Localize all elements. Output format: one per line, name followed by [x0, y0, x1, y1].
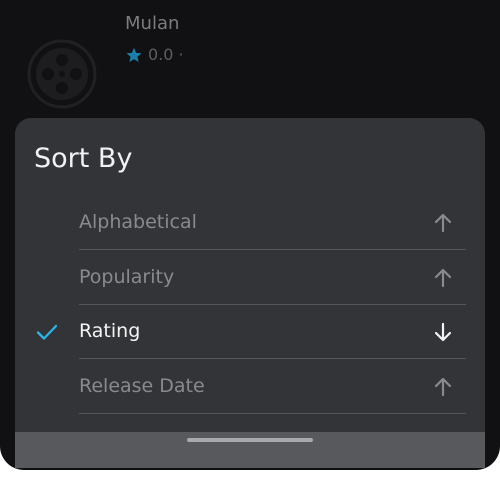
sort-option-rating[interactable]: Rating [15, 305, 485, 359]
movie-list-item[interactable]: Mulan 0.0 · [0, 0, 500, 130]
device-frame: Mulan 0.0 · Sort By Alphabetical Popular… [0, 0, 500, 489]
movie-title: Mulan [125, 13, 180, 34]
check-icon [36, 324, 58, 340]
sort-bottom-sheet: Sort By Alphabetical Popularity Rating R… [15, 118, 485, 468]
sort-option-alphabetical[interactable]: Alphabetical [15, 196, 485, 250]
film-reel-icon [27, 39, 97, 109]
movie-rating: 0.0 [148, 45, 174, 64]
sort-option-label: Rating [79, 320, 141, 342]
arrow-up-icon [434, 268, 452, 288]
sort-option-popularity[interactable]: Popularity [15, 251, 485, 305]
home-indicator[interactable] [187, 438, 313, 442]
sheet-title: Sort By [34, 143, 133, 174]
sort-option-label: Release Date [79, 375, 205, 397]
star-icon [126, 47, 142, 62]
screen: Mulan 0.0 · Sort By Alphabetical Popular… [0, 0, 500, 470]
sort-option-label: Alphabetical [79, 211, 197, 233]
movie-rating-row: 0.0 · [125, 45, 184, 64]
rating-separator: · [178, 45, 184, 64]
arrow-down-icon [434, 322, 452, 342]
divider [79, 413, 466, 414]
divider [79, 358, 466, 359]
navigation-bar [15, 432, 485, 468]
arrow-up-icon [434, 213, 452, 233]
sort-option-label: Popularity [79, 266, 175, 288]
sort-option-release-date[interactable]: Release Date [15, 360, 485, 414]
divider [79, 249, 466, 250]
arrow-up-icon [434, 377, 452, 397]
